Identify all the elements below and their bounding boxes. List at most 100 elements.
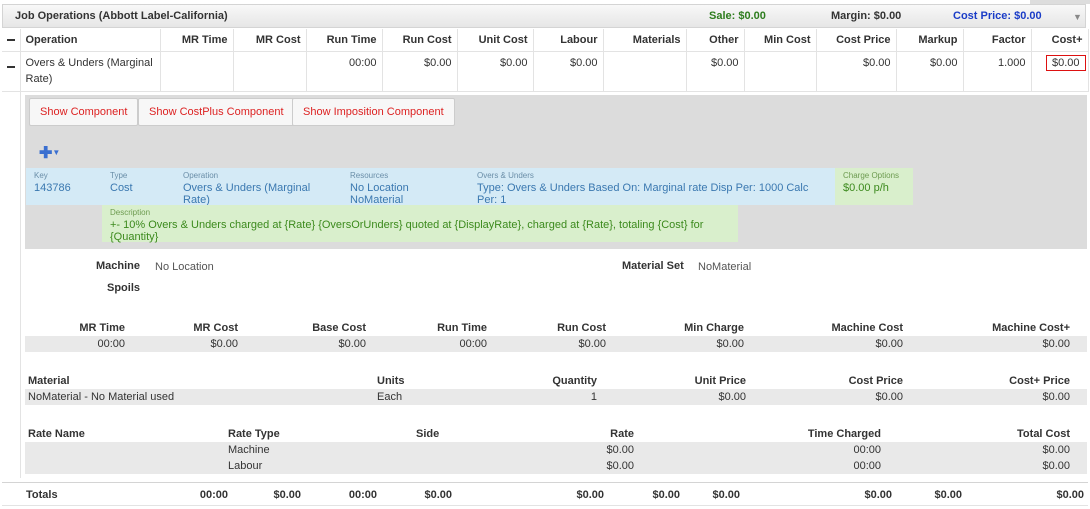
material-h-material: Material (28, 375, 70, 387)
costs-header-row: MR Time MR Cost Base Cost Run Time Run C… (25, 320, 1087, 336)
rate-h-total-cost: Total Cost (1017, 428, 1070, 440)
col-labour[interactable]: Labour (533, 29, 604, 52)
row-run-cost: $0.00 (382, 51, 458, 92)
totals-cost-plus: $0.00 (1056, 489, 1084, 501)
spoils-label: Spoils (107, 282, 141, 294)
totals-labour: $0.00 (576, 489, 604, 501)
costs-h-mr-time: MR Time (79, 322, 125, 334)
totals-mr-cost: $0.00 (273, 489, 301, 501)
collapse-all-icon[interactable] (2, 29, 21, 52)
rate-header-row: Rate Name Rate Type Side Rate Time Charg… (25, 426, 1087, 442)
rate-value: $0.00 (606, 460, 634, 472)
totals-row: Totals 00:00 $0.00 00:00 $0.00 $0.00 $0.… (2, 482, 1088, 506)
operations-grid: Operation MR Time MR Cost Run Time Run C… (2, 29, 1089, 92)
col-cost-plus[interactable]: Cost+ (1031, 29, 1089, 52)
material-v-unit-price: $0.00 (718, 391, 746, 403)
totals-markup: $0.00 (934, 489, 962, 501)
table-row[interactable]: Overs & Unders (Marginal Rate) 00:00 $0.… (2, 51, 1089, 92)
component-key: Key 143786 (26, 168, 102, 205)
totals-materials: $0.00 (652, 489, 680, 501)
row-other: $0.00 (686, 51, 745, 92)
costs-h-base-cost: Base Cost (312, 322, 366, 334)
col-run-cost[interactable]: Run Cost (382, 29, 458, 52)
costs-h-min-charge: Min Charge (684, 322, 744, 334)
material-v-material: NoMaterial - No Material used (28, 391, 175, 403)
rate-h-time-charged: Time Charged (807, 428, 881, 440)
costs-h-run-cost: Run Cost (557, 322, 606, 334)
show-component-button[interactable]: Show Component (29, 98, 139, 126)
show-costplus-component-button[interactable]: Show CostPlus Component (138, 98, 295, 126)
col-unit-cost[interactable]: Unit Cost (457, 29, 534, 52)
component-operation: Operation Overs & Unders (Marginal Rate) (175, 168, 342, 206)
material-table: Material Units Quantity Unit Price Cost … (25, 373, 1087, 405)
costs-v-machine-cost-plus: $0.00 (1042, 338, 1070, 350)
rate-total-cost: $0.00 (1042, 460, 1070, 472)
costs-v-min-charge: $0.00 (716, 338, 744, 350)
col-other[interactable]: Other (686, 29, 745, 52)
rate-h-side: Side (416, 428, 440, 440)
rate-h-name: Rate Name (28, 428, 85, 440)
rate-h-rate: Rate (610, 428, 634, 440)
costs-value-row: 00:00 $0.00 $0.00 00:00 $0.00 $0.00 $0.0… (25, 336, 1087, 352)
col-cost-price[interactable]: Cost Price (816, 29, 897, 52)
material-h-units: Units (377, 375, 405, 387)
row-operation: Overs & Unders (Marginal Rate) (20, 51, 161, 92)
costs-h-machine-cost-plus: Machine Cost+ (992, 322, 1070, 334)
rate-total-cost: $0.00 (1042, 444, 1070, 456)
material-v-cost-price: $0.00 (875, 391, 903, 403)
material-h-costplus-price: Cost+ Price (1009, 375, 1070, 387)
costs-v-machine-cost: $0.00 (875, 338, 903, 350)
component-resources: Resources No Location NoMaterial (342, 168, 469, 206)
totals-label: Totals (26, 489, 58, 501)
col-mr-time[interactable]: MR Time (160, 29, 234, 52)
grid-header-row: Operation MR Time MR Cost Run Time Run C… (2, 29, 1089, 52)
collapse-row-icon[interactable] (2, 51, 21, 92)
rate-value: $0.00 (606, 444, 634, 456)
table-row: Labour $0.00 00:00 $0.00 (25, 458, 1087, 474)
operation-detail-panel: Show Component Show CostPlus Component S… (20, 91, 1088, 478)
component-charge-options: Charge Options $0.00 p/h (835, 168, 913, 205)
material-header-row: Material Units Quantity Unit Price Cost … (25, 373, 1087, 389)
col-factor[interactable]: Factor (963, 29, 1032, 52)
col-markup[interactable]: Markup (896, 29, 964, 52)
panel-header[interactable]: Job Operations (Abbott Label-California)… (2, 4, 1086, 28)
row-run-time: 00:00 (306, 51, 383, 92)
show-imposition-component-button[interactable]: Show Imposition Component (292, 98, 455, 126)
row-cost-price: $0.00 (816, 51, 897, 92)
costs-h-mr-cost: MR Cost (193, 322, 238, 334)
add-component-icon[interactable]: ✚▼ (39, 143, 60, 163)
row-factor: 1.000 (963, 51, 1032, 92)
rate-table: Rate Name Rate Type Side Rate Time Charg… (25, 426, 1087, 474)
totals-mr-time: 00:00 (199, 489, 228, 501)
rate-type: Machine (228, 444, 270, 456)
row-mr-time (160, 51, 234, 92)
costs-v-mr-time: 00:00 (97, 338, 125, 350)
row-markup: $0.00 (896, 51, 964, 92)
material-value-row: NoMaterial - No Material used Each 1 $0.… (25, 389, 1087, 405)
col-materials[interactable]: Materials (603, 29, 687, 52)
row-unit-cost: $0.00 (457, 51, 534, 92)
col-min-cost[interactable]: Min Cost (744, 29, 817, 52)
machine-value: No Location (155, 261, 214, 273)
component-description: Description +- 10% Overs & Unders charged… (102, 205, 738, 243)
chevron-down-icon[interactable]: ▼ (1073, 12, 1082, 22)
material-set-value: NoMaterial (698, 261, 752, 273)
material-h-unit-price: Unit Price (694, 375, 746, 387)
rate-h-type: Rate Type (228, 428, 280, 440)
rate-time-charged: 00:00 (853, 444, 881, 456)
sale-summary: Sale: $0.00 (709, 10, 766, 22)
col-operation[interactable]: Operation (20, 29, 161, 52)
costs-v-mr-cost: $0.00 (210, 338, 238, 350)
costs-v-run-cost: $0.00 (578, 338, 606, 350)
costs-v-run-time: 00:00 (459, 338, 487, 350)
material-h-quantity: Quantity (552, 375, 597, 387)
cost-plus-input[interactable]: $0.00 (1045, 54, 1086, 71)
material-h-cost-price: Cost Price (848, 375, 903, 387)
col-run-time[interactable]: Run Time (306, 29, 383, 52)
machine-label: Machine (96, 260, 141, 272)
costs-h-run-time: Run Time (437, 322, 487, 334)
row-labour: $0.00 (533, 51, 604, 92)
col-mr-cost[interactable]: MR Cost (233, 29, 307, 52)
row-cost-plus-cell[interactable]: $0.00 (1031, 51, 1089, 92)
totals-run-cost: $0.00 (424, 489, 452, 501)
